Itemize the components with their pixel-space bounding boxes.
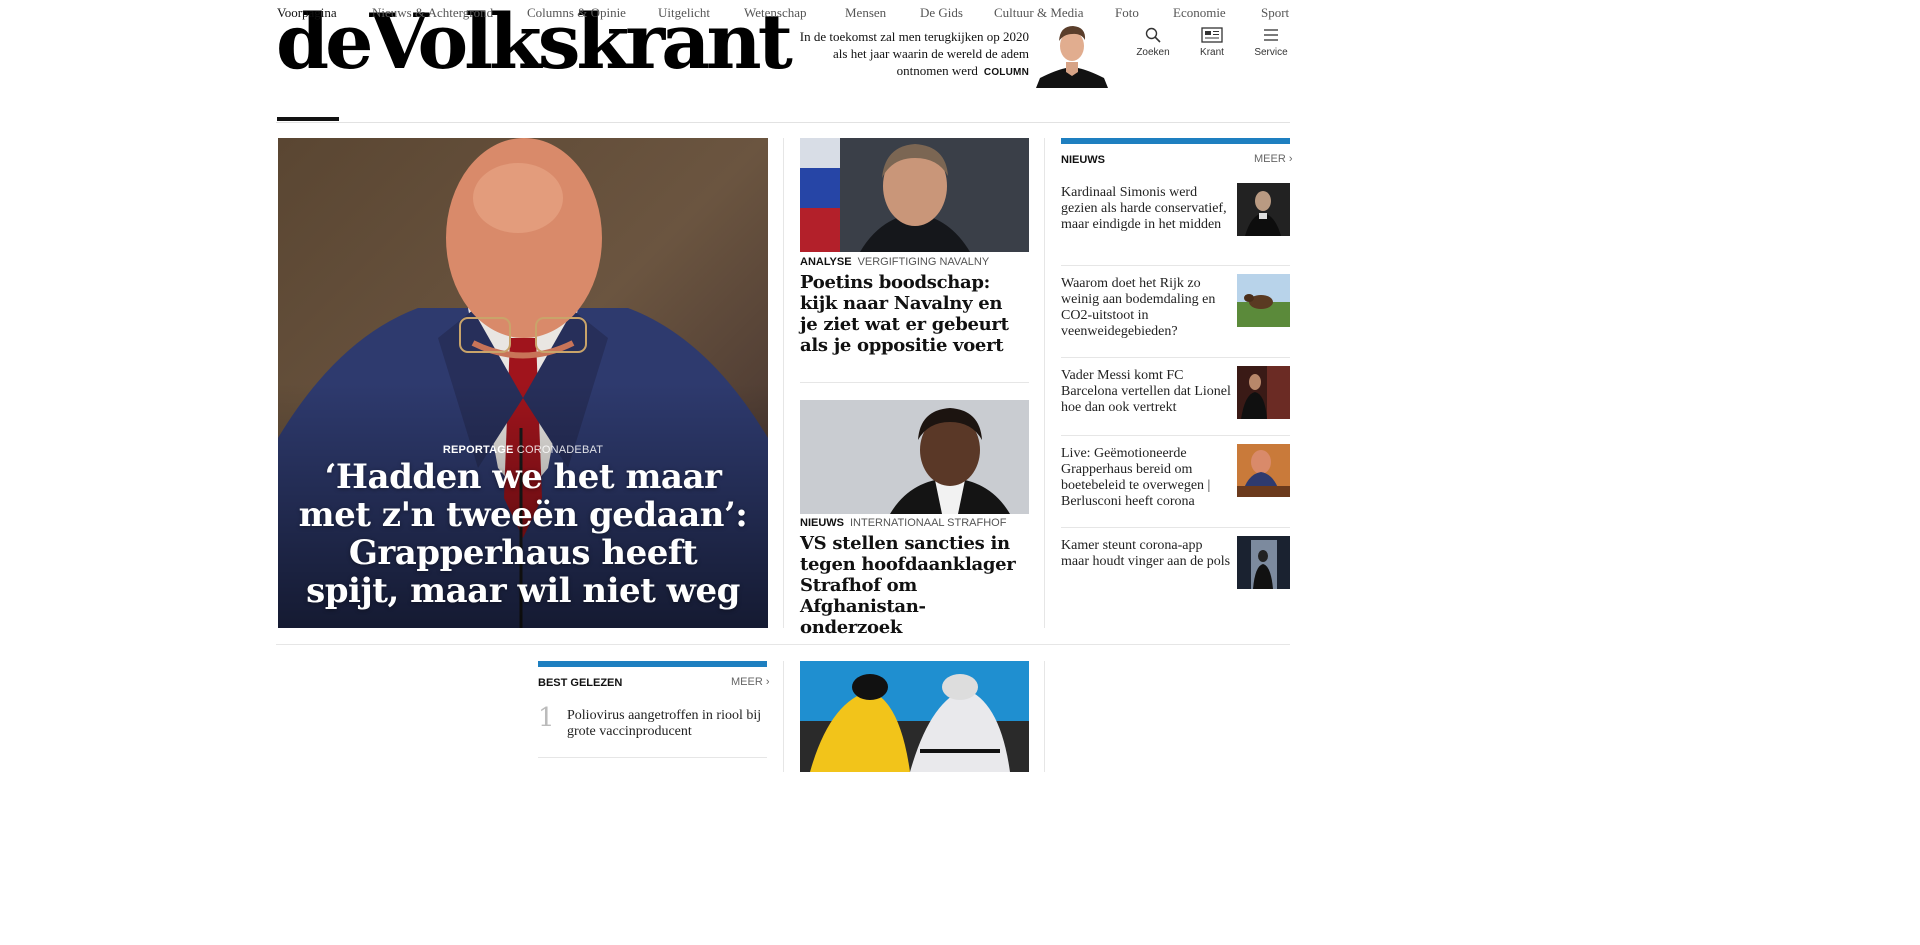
nav-item-economie[interactable]: Economie [1173, 5, 1226, 21]
newspaper-label: Krant [1200, 47, 1224, 58]
best-read-more-link[interactable]: MEER › [731, 676, 770, 688]
navalny-kicker: ANALYSE VERGIFTIGING NAVALNY [800, 256, 989, 268]
service-label: Service [1254, 47, 1288, 58]
menu-icon [1264, 29, 1278, 41]
column-divider [783, 661, 784, 772]
chevron-right-icon: › [765, 676, 770, 688]
search-button[interactable]: Zoeken [1127, 27, 1179, 58]
news-item-bodemdaling[interactable]: Waarom doet het Rijk zo weinig aan bodem… [1061, 276, 1233, 340]
news-more-link[interactable]: MEER › [1254, 153, 1293, 165]
best-read-divider [538, 757, 767, 758]
news-item-grapperhaus-live[interactable]: Live: Geëmotioneerde Grapperhaus bereid … [1061, 446, 1233, 510]
columnist-portrait[interactable] [1036, 22, 1108, 88]
lead-sublabel: CORONADEBAT [516, 444, 604, 456]
nav-item-voorpagina[interactable]: Voorpagina [277, 5, 337, 21]
news-divider [1061, 527, 1290, 528]
service-menu-button[interactable]: Service [1245, 27, 1297, 58]
strafhof-kicker: NIEUWS INTERNATIONAAL STRAFHOF [800, 517, 1006, 529]
column-promo[interactable]: In de toekomst zal men terugkijken op 20… [784, 28, 1029, 81]
best-read-item[interactable]: Poliovirus aangetroffen in riool bij gro… [567, 708, 767, 740]
cycling-story-image[interactable] [800, 661, 1029, 772]
nav-item-wetenschap[interactable]: Wetenschap [744, 5, 806, 21]
column-tag: COLUMN [983, 67, 1029, 78]
story-divider [800, 382, 1029, 383]
strafhof-label: NIEUWS [800, 517, 844, 529]
news-thumb-corona-app[interactable] [1237, 536, 1290, 589]
navalny-story-image[interactable] [800, 138, 1029, 252]
news-thumb-simonis[interactable] [1237, 183, 1290, 236]
nav-item-foto[interactable]: Foto [1115, 5, 1139, 21]
news-item-simonis[interactable]: Kardinaal Simonis werd gezien als harde … [1061, 185, 1233, 233]
news-heading: NIEUWS [1061, 154, 1105, 166]
search-label: Zoeken [1136, 47, 1170, 58]
news-divider [1061, 357, 1290, 358]
news-divider [1061, 265, 1290, 266]
news-item-corona-app[interactable]: Kamer steunt corona-app maar houdt vinge… [1061, 538, 1233, 570]
lead-headline[interactable]: ‘Hadden we het maar met z'n tweeën gedaa… [298, 458, 748, 610]
nav-item-columns-opinie[interactable]: Columns & Opinie [527, 5, 626, 21]
nav-item-mensen[interactable]: Mensen [845, 5, 886, 21]
news-divider [1061, 435, 1290, 436]
search-icon [1145, 27, 1161, 43]
newspaper-icon [1201, 27, 1223, 43]
strafhof-headline[interactable]: VS stellen sancties in tegen hoofdaankla… [800, 533, 1025, 638]
strafhof-sublabel: INTERNATIONAAL STRAFHOF [850, 517, 1007, 529]
column-divider [783, 138, 784, 628]
news-thumb-grapperhaus-live[interactable] [1237, 444, 1290, 497]
news-thumb-messi[interactable] [1237, 366, 1290, 419]
lead-label: REPORTAGE [442, 444, 514, 456]
nav-item-cultuur-media[interactable]: Cultuur & Media [994, 5, 1084, 21]
newspaper-button[interactable]: Krant [1186, 27, 1238, 58]
best-read-heading: BEST GELEZEN [538, 677, 623, 689]
news-more-label: MEER [1254, 153, 1286, 165]
active-nav-indicator [277, 117, 339, 121]
nav-item-de-gids[interactable]: De Gids [920, 5, 963, 21]
nav-item-nieuws-achtergrond[interactable]: Nieuws & Achtergrond [372, 5, 493, 21]
column-divider [1044, 138, 1045, 628]
navalny-headline[interactable]: Poetins boodschap: kijk naar Navalny en … [800, 272, 1025, 356]
section-nav [276, 92, 1290, 123]
news-accent-bar [1061, 138, 1290, 144]
best-read-more-label: MEER [731, 676, 763, 688]
news-item-messi[interactable]: Vader Messi komt FC Barcelona vertellen … [1061, 368, 1233, 416]
best-read-accent-bar [538, 661, 767, 667]
strafhof-story-image[interactable] [800, 400, 1029, 514]
column-divider [1044, 661, 1045, 772]
section-divider [276, 644, 1290, 645]
news-thumb-bodemdaling[interactable] [1237, 274, 1290, 327]
best-read-rank: 1 [538, 703, 555, 733]
navalny-sublabel: VERGIFTIGING NAVALNY [857, 256, 990, 268]
nav-item-uitgelicht[interactable]: Uitgelicht [658, 5, 710, 21]
lead-kicker: REPORTAGE CORONADEBAT [278, 444, 768, 456]
navalny-label: ANALYSE [800, 256, 852, 268]
chevron-right-icon: › [1288, 153, 1293, 165]
nav-item-sport[interactable]: Sport [1261, 5, 1289, 21]
